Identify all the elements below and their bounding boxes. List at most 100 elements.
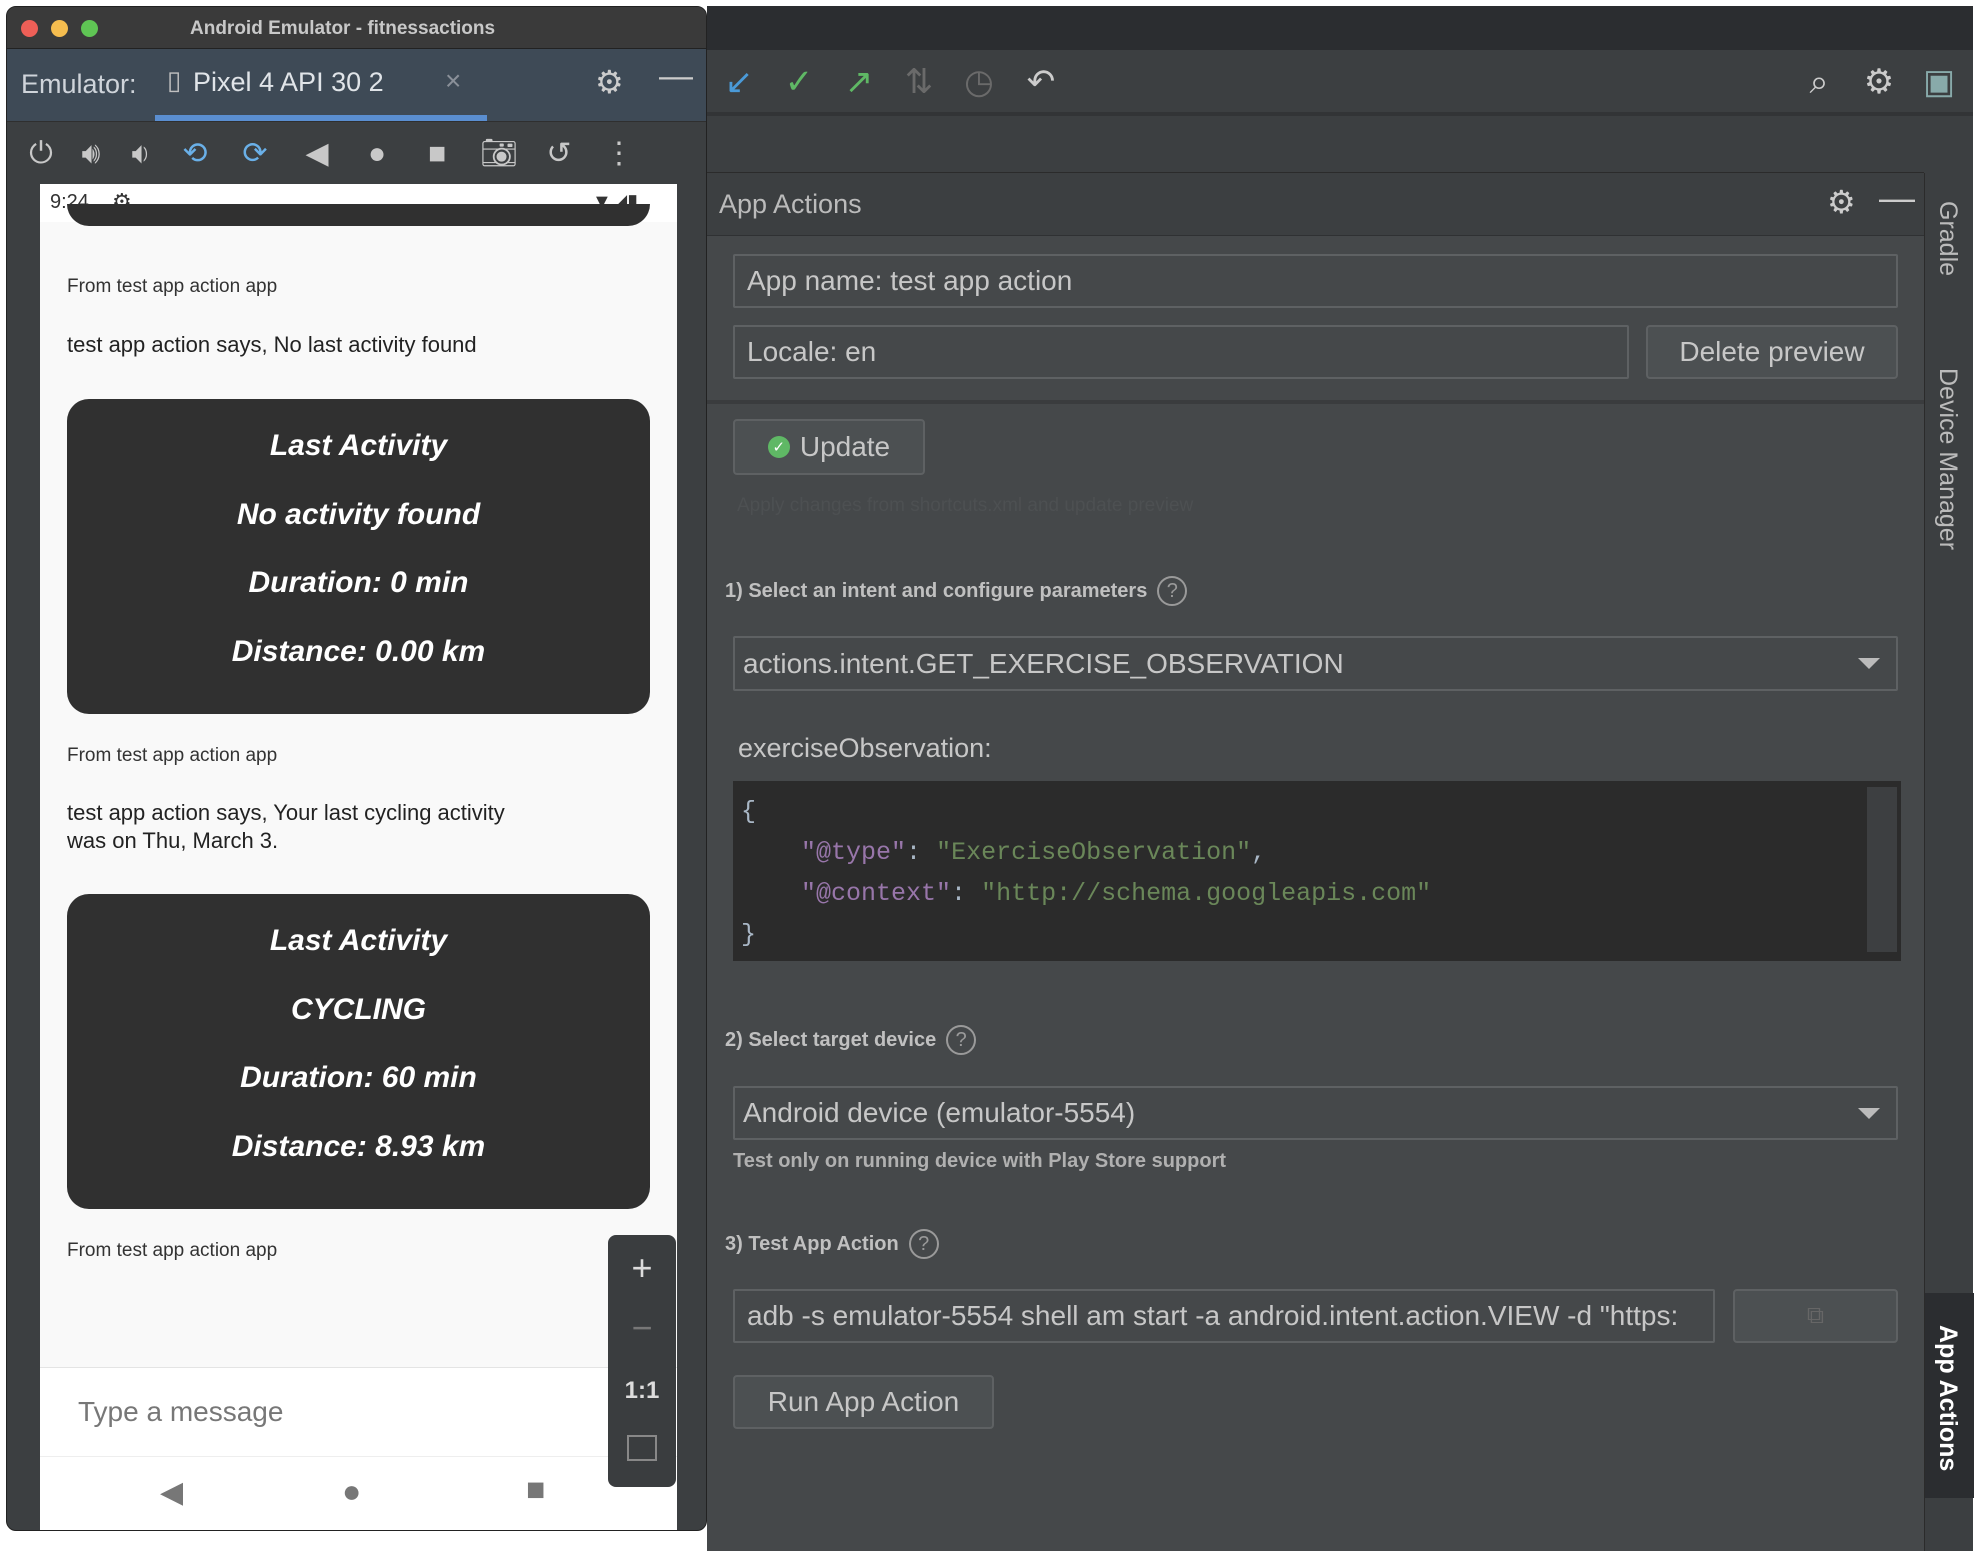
tab-pixel-4[interactable]: Pixel 4 API 30 2 ▯ ×	[155, 49, 487, 121]
emulator-controls: ⏻ 🔊︎ 🔉︎ ⟲ ⟳ ◀ ● ■ 📷︎ ↺ ⋮	[7, 121, 706, 187]
close-tab-icon[interactable]: ×	[445, 65, 461, 97]
history-icon[interactable]: ◷	[957, 62, 1001, 102]
locale-field[interactable]: Locale: en	[733, 325, 1629, 379]
help-icon[interactable]: ?	[1157, 576, 1188, 606]
update-hint: Apply changes from shortcuts.xml and upd…	[737, 495, 1194, 516]
panel-header: App Actions ⚙ —	[707, 173, 1924, 236]
fit-screen-icon[interactable]	[627, 1435, 657, 1461]
card-title: Last Activity	[269, 429, 448, 462]
card-partial	[67, 204, 650, 226]
maximize-window-button[interactable]	[81, 20, 98, 37]
phone-screen: 9:24 ⚙ ▼◢▮ From test app action app test…	[40, 184, 677, 1530]
device-value: Android device (emulator-5554)	[743, 1097, 1136, 1128]
gear-icon[interactable]: ⚙	[1857, 62, 1901, 102]
power-icon[interactable]: ⏻	[21, 134, 61, 174]
card-duration: Duration: 60 min	[240, 1061, 477, 1094]
close-window-button[interactable]	[21, 20, 38, 37]
minimize-icon[interactable]: —	[1879, 177, 1915, 219]
editor-scrollbar[interactable]	[1867, 787, 1897, 952]
card-duration: Duration: 0 min	[248, 566, 469, 599]
step2-label: 2) Select target device?	[725, 1025, 977, 1055]
vcs-push-icon[interactable]: ↗	[837, 62, 881, 102]
gear-icon[interactable]: ⚙	[595, 63, 624, 101]
search-icon[interactable]: ⌕	[1797, 62, 1841, 102]
device-manager-tool-tab[interactable]: Device Manager	[1933, 368, 1962, 550]
overview-icon[interactable]: ■	[417, 134, 457, 174]
json-editor[interactable]: { "@type": "ExerciseObservation", "@cont…	[733, 781, 1901, 961]
vcs-update-icon[interactable]: ↙	[717, 62, 761, 102]
code-key: "@context"	[801, 879, 952, 908]
code-key: "@type"	[801, 838, 907, 867]
tab-label: Pixel 4 API 30 2	[193, 67, 384, 97]
zoom-actual-size-button[interactable]: 1:1	[608, 1377, 676, 1405]
volume-up-icon[interactable]: 🔊︎	[71, 134, 111, 174]
zoom-in-button[interactable]: +	[608, 1247, 676, 1289]
emulator-label: Emulator:	[21, 69, 137, 99]
update-button[interactable]: ✓ Update	[733, 419, 925, 475]
nav-recents-icon[interactable]: ■	[526, 1471, 545, 1508]
avatar[interactable]: ▣	[1917, 62, 1961, 102]
step3-label: 3) Test App Action?	[725, 1229, 939, 1259]
minimize-window-button[interactable]	[51, 20, 68, 37]
ide-toolbar: ↙ ✓ ↗ ⇅ ◷ ↶ ⌕ ⚙ ▣	[707, 50, 1973, 116]
home-icon[interactable]: ●	[357, 134, 397, 174]
step1-label: 1) Select an intent and configure parame…	[725, 576, 1188, 606]
emulator-title-bar: Android Emulator - fitnessactions	[7, 7, 706, 49]
snapshot-icon[interactable]: ↺	[539, 134, 579, 174]
step2-text: 2) Select target device	[725, 1028, 937, 1051]
activity-card: Last Activity No activity found Duration…	[67, 399, 650, 714]
intent-dropdown[interactable]: actions.intent.GET_EXERCISE_OBSERVATION	[733, 636, 1898, 691]
check-circle-icon: ✓	[767, 436, 790, 458]
back-icon[interactable]: ◀	[297, 134, 337, 174]
chevron-down-icon	[1858, 658, 1880, 669]
camera-icon[interactable]: 📷︎	[479, 134, 519, 174]
zoom-out-button[interactable]: −	[608, 1307, 676, 1349]
rotate-left-icon[interactable]: ⟲	[175, 134, 215, 174]
gear-icon[interactable]: ⚙	[1827, 183, 1856, 221]
app-actions-tool-tab[interactable]: App Actions	[1925, 1293, 1974, 1498]
step1-text: 1) Select an intent and configure parame…	[725, 579, 1148, 602]
undo-icon[interactable]: ↶	[1019, 62, 1063, 102]
message-source: From test app action app	[67, 276, 278, 297]
gradle-tool-tab[interactable]: Gradle	[1933, 201, 1962, 276]
card-activity: CYCLING	[291, 993, 426, 1026]
intent-value: actions.intent.GET_EXERCISE_OBSERVATION	[743, 647, 1344, 679]
help-icon[interactable]: ?	[946, 1025, 977, 1055]
device-dropdown[interactable]: Android device (emulator-5554)	[733, 1086, 1898, 1140]
copy-icon: ⧉	[1806, 1302, 1825, 1329]
step3-text: 3) Test App Action	[725, 1232, 899, 1255]
window-title: Android Emulator - fitnessactions	[190, 18, 496, 39]
emulator-window: Android Emulator - fitnessactions Emulat…	[6, 6, 707, 1531]
vcs-commit-icon[interactable]: ✓	[777, 62, 821, 102]
card-title: Last Activity	[269, 924, 448, 957]
right-tool-strip: Gradle Device Manager App Actions	[1924, 173, 1974, 1551]
message-input[interactable]: Type a message	[40, 1367, 677, 1456]
nav-back-icon[interactable]: ◀	[160, 1475, 183, 1510]
more-icon[interactable]: ⋮	[599, 134, 639, 174]
device-icon: ▯	[167, 65, 182, 95]
code-brace: }	[741, 920, 757, 949]
message-text: test app action says, Your last cycling …	[67, 800, 505, 853]
card-distance: Distance: 0.00 km	[231, 635, 486, 668]
run-app-action-button[interactable]: Run App Action	[733, 1375, 994, 1429]
copy-button[interactable]: ⧉	[1733, 1289, 1898, 1343]
app-actions-panel: App Actions ⚙ — App name: test app actio…	[707, 173, 1924, 1551]
code-value: "ExerciseObservation"	[936, 838, 1252, 867]
zoom-controls: + − 1:1	[608, 1235, 676, 1487]
volume-down-icon[interactable]: 🔉︎	[121, 134, 161, 174]
update-label: Update	[799, 431, 891, 462]
rotate-right-icon[interactable]: ⟳	[235, 134, 275, 174]
device-hint: Test only on running device with Play St…	[733, 1150, 1227, 1172]
vcs-merge-icon[interactable]: ⇅	[897, 62, 941, 102]
adb-command-field[interactable]: adb -s emulator-5554 shell am start -a a…	[733, 1289, 1715, 1343]
android-studio-window: ↙ ✓ ↗ ⇅ ◷ ↶ ⌕ ⚙ ▣ App Actions ⚙ — App na…	[707, 6, 1974, 1551]
delete-preview-button[interactable]: Delete preview	[1646, 325, 1898, 379]
divider	[707, 400, 1924, 404]
code-value: "http://schema.googleapis.com"	[981, 879, 1432, 908]
app-name-field[interactable]: App name: test app action	[733, 254, 1898, 308]
help-icon[interactable]: ?	[908, 1229, 939, 1259]
nav-home-icon[interactable]: ●	[342, 1473, 361, 1510]
emulator-tab-bar: Emulator: Pixel 4 API 30 2 ▯ × ⚙ —	[7, 49, 706, 121]
activity-card: Last Activity CYCLING Duration: 60 min D…	[67, 894, 650, 1209]
minimize-icon[interactable]: —	[659, 57, 693, 96]
